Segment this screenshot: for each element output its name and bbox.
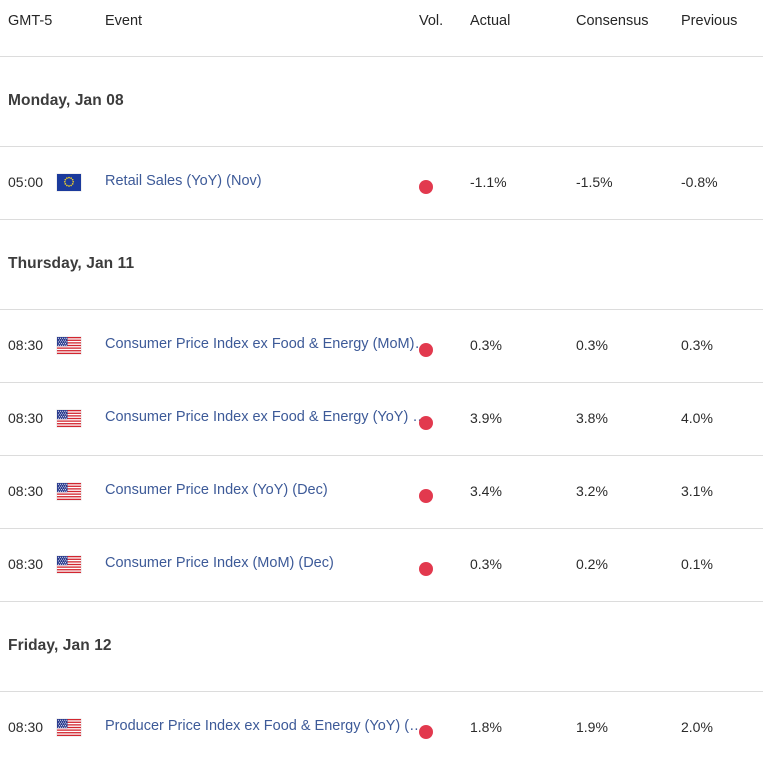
event-consensus-value: -1.5% [576, 174, 613, 190]
us-flag-icon [57, 410, 81, 427]
date-group-header: Monday, Jan 08 [0, 57, 763, 147]
event-previous-value: 2.0% [681, 719, 713, 735]
event-consensus-value: 0.2% [576, 556, 608, 572]
us-flag-icon [57, 337, 81, 354]
event-time: 08:30 [8, 719, 44, 735]
event-time: 08:30 [8, 483, 44, 499]
event-name-link[interactable]: Retail Sales (YoY) (Nov) [105, 173, 429, 189]
column-header-actual: Actual [470, 13, 511, 29]
event-consensus-value: 3.8% [576, 410, 608, 426]
event-actual-value: 1.8% [470, 719, 502, 735]
date-group-label: Thursday, Jan 11 [8, 255, 135, 272]
us-flag-icon [57, 719, 81, 736]
event-previous-value: 4.0% [681, 410, 713, 426]
event-actual-value: 0.3% [470, 556, 502, 572]
date-group-label: Friday, Jan 12 [8, 637, 112, 654]
event-previous-value: 0.1% [681, 556, 713, 572]
calendar-column-headers: GMT-5 Event Vol. Actual Consensus Previo… [0, 0, 763, 57]
event-name-link[interactable]: Consumer Price Index ex Food & Energy (M… [105, 336, 429, 352]
event-time: 08:30 [8, 410, 44, 426]
column-header-event: Event [105, 13, 143, 29]
event-actual-value: 3.4% [470, 483, 502, 499]
economic-calendar: GMT-5 Event Vol. Actual Consensus Previo… [0, 0, 763, 764]
event-consensus-value: 3.2% [576, 483, 608, 499]
event-name-link[interactable]: Consumer Price Index ex Food & Energy (Y… [105, 409, 429, 425]
volatility-indicator-icon [419, 725, 433, 739]
date-group-label: Monday, Jan 08 [8, 92, 124, 109]
calendar-event-row[interactable]: 08:30 Consumer Price Index (MoM) (Dec) 0.3… [0, 529, 763, 602]
column-header-volatility: Vol. [419, 13, 444, 29]
event-previous-value: 0.3% [681, 337, 713, 353]
event-previous-value: 3.1% [681, 483, 713, 499]
us-flag-icon [57, 483, 81, 500]
event-time: 05:00 [8, 174, 44, 190]
event-actual-value: 0.3% [470, 337, 502, 353]
calendar-body: Monday, Jan 08 05:00 Retail Sales (YoY) (N… [0, 57, 763, 764]
calendar-event-row[interactable]: 08:30 Producer Price Index ex Food & Ener… [0, 692, 763, 764]
calendar-event-row[interactable]: 08:30 Consumer Price Index (YoY) (Dec) 3.4… [0, 456, 763, 529]
event-name-link[interactable]: Consumer Price Index (MoM) (Dec) [105, 555, 429, 571]
event-time: 08:30 [8, 337, 44, 353]
column-header-previous: Previous [681, 13, 738, 29]
event-consensus-value: 0.3% [576, 337, 608, 353]
event-previous-value: -0.8% [681, 174, 718, 190]
calendar-event-row[interactable]: 08:30 Consumer Price Index ex Food & Ener… [0, 383, 763, 456]
event-actual-value: 3.9% [470, 410, 502, 426]
column-header-timezone: GMT-5 [8, 13, 53, 29]
volatility-indicator-icon [419, 489, 433, 503]
date-group-header: Friday, Jan 12 [0, 602, 763, 692]
volatility-indicator-icon [419, 180, 433, 194]
calendar-event-row[interactable]: 08:30 Consumer Price Index ex Food & Ener… [0, 310, 763, 383]
volatility-indicator-icon [419, 562, 433, 576]
eu-flag-icon [57, 174, 81, 191]
event-name-link[interactable]: Producer Price Index ex Food & Energy (Y… [105, 718, 429, 734]
us-flag-icon [57, 556, 81, 573]
event-name-link[interactable]: Consumer Price Index (YoY) (Dec) [105, 482, 429, 498]
volatility-indicator-icon [419, 343, 433, 357]
volatility-indicator-icon [419, 416, 433, 430]
event-time: 08:30 [8, 556, 44, 572]
calendar-event-row[interactable]: 05:00 Retail Sales (YoY) (Nov) -1.1% -1.5% -… [0, 147, 763, 220]
event-consensus-value: 1.9% [576, 719, 608, 735]
event-actual-value: -1.1% [470, 174, 507, 190]
date-group-header: Thursday, Jan 11 [0, 220, 763, 310]
column-header-consensus: Consensus [576, 13, 649, 29]
